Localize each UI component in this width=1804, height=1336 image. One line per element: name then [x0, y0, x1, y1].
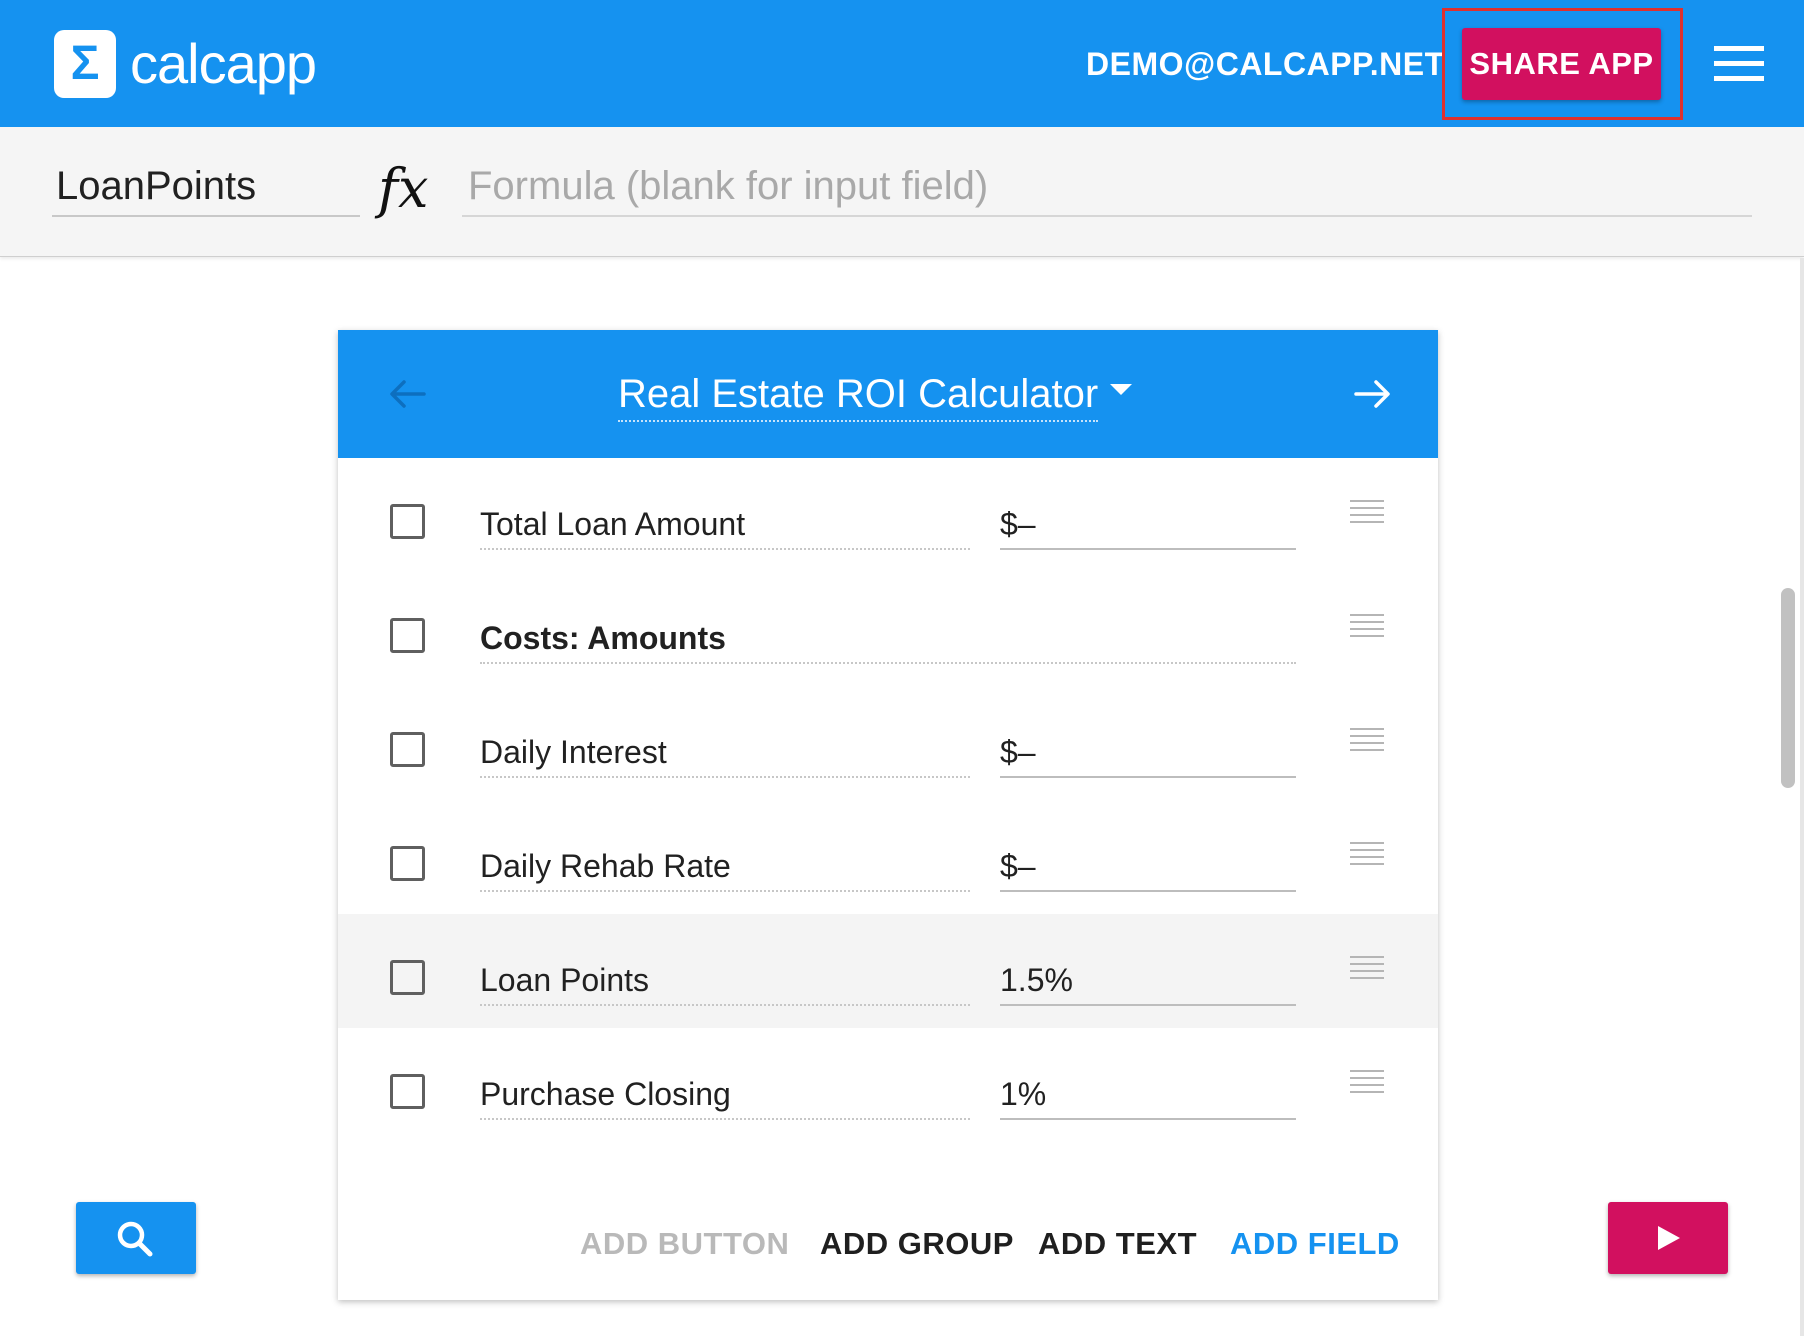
- field-row[interactable]: Total Loan Amount $–: [338, 458, 1438, 572]
- formula-bar: LoanPoints fx Formula (blank for input f…: [0, 127, 1804, 257]
- account-email[interactable]: DEMO@CALCAPP.NET: [1086, 44, 1445, 84]
- screen-header: Real Estate ROI Calculator: [338, 330, 1438, 458]
- drag-handle-icon[interactable]: [1350, 500, 1384, 528]
- add-text-button[interactable]: ADD TEXT: [1038, 1218, 1197, 1270]
- formula-input[interactable]: Formula (blank for input field): [462, 155, 1752, 217]
- field-row[interactable]: Daily Rehab Rate $–: [338, 800, 1438, 914]
- row-checkbox[interactable]: [390, 732, 425, 767]
- preview-play-button[interactable]: [1608, 1202, 1728, 1274]
- field-label[interactable]: Daily Interest: [480, 730, 970, 778]
- field-value[interactable]: $–: [1000, 502, 1296, 550]
- calcapp-logo-icon[interactable]: Σ: [54, 30, 116, 98]
- field-label[interactable]: Daily Rehab Rate: [480, 844, 970, 892]
- field-value[interactable]: 1%: [1000, 1072, 1296, 1120]
- add-button-button[interactable]: ADD BUTTON: [580, 1218, 789, 1270]
- play-icon: [1658, 1226, 1680, 1250]
- row-checkbox[interactable]: [390, 504, 425, 539]
- field-value[interactable]: $–: [1000, 730, 1296, 778]
- row-checkbox[interactable]: [390, 1074, 425, 1109]
- fx-icon: fx: [378, 157, 429, 220]
- field-value[interactable]: $–: [1000, 844, 1296, 892]
- brand-name[interactable]: calcapp: [130, 28, 317, 100]
- chevron-down-icon[interactable]: [1110, 384, 1132, 395]
- search-icon: [117, 1221, 153, 1257]
- drag-handle-icon[interactable]: [1350, 842, 1384, 870]
- share-app-button[interactable]: SHARE APP: [1462, 28, 1661, 100]
- field-row[interactable]: Purchase Closing 1%: [338, 1028, 1438, 1142]
- row-checkbox[interactable]: [390, 846, 425, 881]
- drag-handle-icon[interactable]: [1350, 614, 1384, 642]
- row-checkbox[interactable]: [390, 960, 425, 995]
- arrow-right-icon[interactable]: [1348, 370, 1396, 418]
- field-label[interactable]: Loan Points: [480, 958, 970, 1006]
- field-row-selected[interactable]: Loan Points 1.5%: [338, 914, 1438, 1028]
- card-actions: ADD BUTTON ADD GROUP ADD TEXT ADD FIELD: [338, 1190, 1438, 1300]
- drag-handle-icon[interactable]: [1350, 1070, 1384, 1098]
- drag-handle-icon[interactable]: [1350, 728, 1384, 756]
- group-label[interactable]: Costs: Amounts: [480, 616, 1296, 664]
- field-value[interactable]: 1.5%: [1000, 958, 1296, 1006]
- scrollbar-thumb[interactable]: [1781, 588, 1795, 788]
- field-label[interactable]: Purchase Closing: [480, 1072, 970, 1120]
- field-list: Total Loan Amount $– Costs: Amounts Dail…: [338, 458, 1438, 1188]
- add-field-button[interactable]: ADD FIELD: [1230, 1218, 1400, 1270]
- add-group-button[interactable]: ADD GROUP: [820, 1218, 1014, 1270]
- scrollbar-track[interactable]: [1800, 258, 1804, 1336]
- hamburger-menu-icon[interactable]: [1714, 46, 1764, 82]
- search-button[interactable]: [76, 1202, 196, 1274]
- app-screen-card: Real Estate ROI Calculator Total Loan Am…: [338, 330, 1438, 1300]
- field-name-input[interactable]: LoanPoints: [52, 155, 360, 217]
- field-row[interactable]: Daily Interest $–: [338, 686, 1438, 800]
- field-label[interactable]: Total Loan Amount: [480, 502, 970, 550]
- drag-handle-icon[interactable]: [1350, 956, 1384, 984]
- row-checkbox[interactable]: [390, 618, 425, 653]
- screen-title-dropdown[interactable]: Real Estate ROI Calculator: [618, 368, 1099, 422]
- top-app-bar: Σ calcapp DEMO@CALCAPP.NET SHARE APP: [0, 0, 1804, 127]
- arrow-left-icon[interactable]: [384, 370, 432, 418]
- group-row[interactable]: Costs: Amounts: [338, 572, 1438, 686]
